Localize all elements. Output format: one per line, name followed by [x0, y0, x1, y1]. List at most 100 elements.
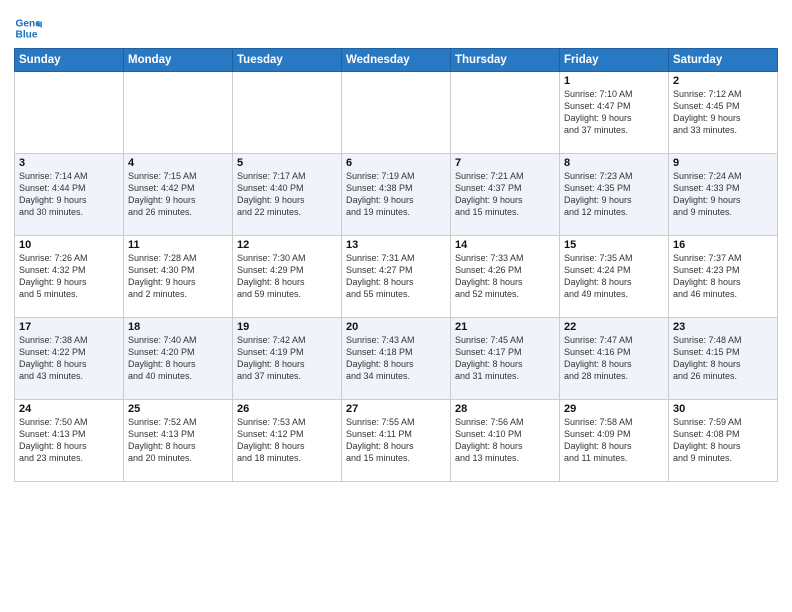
- day-info: Sunrise: 7:17 AM Sunset: 4:40 PM Dayligh…: [237, 170, 337, 219]
- calendar-cell: 21Sunrise: 7:45 AM Sunset: 4:17 PM Dayli…: [451, 318, 560, 400]
- day-info: Sunrise: 7:30 AM Sunset: 4:29 PM Dayligh…: [237, 252, 337, 301]
- day-number: 8: [564, 157, 664, 169]
- day-info: Sunrise: 7:31 AM Sunset: 4:27 PM Dayligh…: [346, 252, 446, 301]
- day-number: 20: [346, 321, 446, 333]
- day-number: 5: [237, 157, 337, 169]
- day-number: 26: [237, 403, 337, 415]
- day-number: 12: [237, 239, 337, 251]
- day-number: 13: [346, 239, 446, 251]
- col-header-sunday: Sunday: [15, 49, 124, 72]
- day-number: 25: [128, 403, 228, 415]
- calendar-cell: 26Sunrise: 7:53 AM Sunset: 4:12 PM Dayli…: [233, 400, 342, 482]
- calendar-week-row: 17Sunrise: 7:38 AM Sunset: 4:22 PM Dayli…: [15, 318, 778, 400]
- day-number: 6: [346, 157, 446, 169]
- calendar-cell: 5Sunrise: 7:17 AM Sunset: 4:40 PM Daylig…: [233, 154, 342, 236]
- day-number: 14: [455, 239, 555, 251]
- calendar-cell: 30Sunrise: 7:59 AM Sunset: 4:08 PM Dayli…: [669, 400, 778, 482]
- day-number: 29: [564, 403, 664, 415]
- day-info: Sunrise: 7:23 AM Sunset: 4:35 PM Dayligh…: [564, 170, 664, 219]
- calendar-cell: 2Sunrise: 7:12 AM Sunset: 4:45 PM Daylig…: [669, 72, 778, 154]
- calendar-cell: 25Sunrise: 7:52 AM Sunset: 4:13 PM Dayli…: [124, 400, 233, 482]
- calendar-cell: 29Sunrise: 7:58 AM Sunset: 4:09 PM Dayli…: [560, 400, 669, 482]
- calendar-week-row: 3Sunrise: 7:14 AM Sunset: 4:44 PM Daylig…: [15, 154, 778, 236]
- day-info: Sunrise: 7:26 AM Sunset: 4:32 PM Dayligh…: [19, 252, 119, 301]
- calendar-cell: [451, 72, 560, 154]
- day-info: Sunrise: 7:37 AM Sunset: 4:23 PM Dayligh…: [673, 252, 773, 301]
- calendar-cell: 11Sunrise: 7:28 AM Sunset: 4:30 PM Dayli…: [124, 236, 233, 318]
- col-header-wednesday: Wednesday: [342, 49, 451, 72]
- col-header-tuesday: Tuesday: [233, 49, 342, 72]
- calendar-cell: 9Sunrise: 7:24 AM Sunset: 4:33 PM Daylig…: [669, 154, 778, 236]
- day-number: 2: [673, 75, 773, 87]
- calendar-cell: 12Sunrise: 7:30 AM Sunset: 4:29 PM Dayli…: [233, 236, 342, 318]
- svg-text:Blue: Blue: [16, 29, 38, 40]
- col-header-monday: Monday: [124, 49, 233, 72]
- day-info: Sunrise: 7:43 AM Sunset: 4:18 PM Dayligh…: [346, 334, 446, 383]
- day-number: 1: [564, 75, 664, 87]
- day-number: 17: [19, 321, 119, 333]
- day-number: 27: [346, 403, 446, 415]
- calendar-cell: 24Sunrise: 7:50 AM Sunset: 4:13 PM Dayli…: [15, 400, 124, 482]
- calendar-cell: 10Sunrise: 7:26 AM Sunset: 4:32 PM Dayli…: [15, 236, 124, 318]
- day-number: 18: [128, 321, 228, 333]
- day-number: 28: [455, 403, 555, 415]
- day-info: Sunrise: 7:33 AM Sunset: 4:26 PM Dayligh…: [455, 252, 555, 301]
- day-info: Sunrise: 7:40 AM Sunset: 4:20 PM Dayligh…: [128, 334, 228, 383]
- calendar-cell: [233, 72, 342, 154]
- day-info: Sunrise: 7:21 AM Sunset: 4:37 PM Dayligh…: [455, 170, 555, 219]
- day-info: Sunrise: 7:42 AM Sunset: 4:19 PM Dayligh…: [237, 334, 337, 383]
- calendar-cell: 17Sunrise: 7:38 AM Sunset: 4:22 PM Dayli…: [15, 318, 124, 400]
- calendar-cell: [342, 72, 451, 154]
- calendar-cell: 1Sunrise: 7:10 AM Sunset: 4:47 PM Daylig…: [560, 72, 669, 154]
- col-header-friday: Friday: [560, 49, 669, 72]
- logo: General Blue: [14, 14, 46, 42]
- calendar-cell: [15, 72, 124, 154]
- calendar-cell: 4Sunrise: 7:15 AM Sunset: 4:42 PM Daylig…: [124, 154, 233, 236]
- day-info: Sunrise: 7:15 AM Sunset: 4:42 PM Dayligh…: [128, 170, 228, 219]
- calendar-cell: 23Sunrise: 7:48 AM Sunset: 4:15 PM Dayli…: [669, 318, 778, 400]
- page: General Blue SundayMondayTuesdayWednesda…: [0, 0, 792, 612]
- day-number: 7: [455, 157, 555, 169]
- calendar-week-row: 1Sunrise: 7:10 AM Sunset: 4:47 PM Daylig…: [15, 72, 778, 154]
- day-info: Sunrise: 7:55 AM Sunset: 4:11 PM Dayligh…: [346, 416, 446, 465]
- day-info: Sunrise: 7:56 AM Sunset: 4:10 PM Dayligh…: [455, 416, 555, 465]
- col-header-thursday: Thursday: [451, 49, 560, 72]
- header: General Blue: [14, 10, 778, 42]
- day-number: 23: [673, 321, 773, 333]
- calendar-cell: 16Sunrise: 7:37 AM Sunset: 4:23 PM Dayli…: [669, 236, 778, 318]
- day-number: 11: [128, 239, 228, 251]
- day-info: Sunrise: 7:47 AM Sunset: 4:16 PM Dayligh…: [564, 334, 664, 383]
- day-info: Sunrise: 7:45 AM Sunset: 4:17 PM Dayligh…: [455, 334, 555, 383]
- day-number: 19: [237, 321, 337, 333]
- day-info: Sunrise: 7:48 AM Sunset: 4:15 PM Dayligh…: [673, 334, 773, 383]
- calendar-cell: 20Sunrise: 7:43 AM Sunset: 4:18 PM Dayli…: [342, 318, 451, 400]
- day-info: Sunrise: 7:35 AM Sunset: 4:24 PM Dayligh…: [564, 252, 664, 301]
- calendar-cell: 19Sunrise: 7:42 AM Sunset: 4:19 PM Dayli…: [233, 318, 342, 400]
- calendar-header-row: SundayMondayTuesdayWednesdayThursdayFrid…: [15, 49, 778, 72]
- day-info: Sunrise: 7:38 AM Sunset: 4:22 PM Dayligh…: [19, 334, 119, 383]
- calendar-week-row: 10Sunrise: 7:26 AM Sunset: 4:32 PM Dayli…: [15, 236, 778, 318]
- day-number: 9: [673, 157, 773, 169]
- day-number: 24: [19, 403, 119, 415]
- day-info: Sunrise: 7:58 AM Sunset: 4:09 PM Dayligh…: [564, 416, 664, 465]
- calendar-cell: 13Sunrise: 7:31 AM Sunset: 4:27 PM Dayli…: [342, 236, 451, 318]
- day-info: Sunrise: 7:28 AM Sunset: 4:30 PM Dayligh…: [128, 252, 228, 301]
- day-info: Sunrise: 7:10 AM Sunset: 4:47 PM Dayligh…: [564, 88, 664, 137]
- calendar-cell: 7Sunrise: 7:21 AM Sunset: 4:37 PM Daylig…: [451, 154, 560, 236]
- calendar-cell: 28Sunrise: 7:56 AM Sunset: 4:10 PM Dayli…: [451, 400, 560, 482]
- day-info: Sunrise: 7:19 AM Sunset: 4:38 PM Dayligh…: [346, 170, 446, 219]
- calendar-cell: 14Sunrise: 7:33 AM Sunset: 4:26 PM Dayli…: [451, 236, 560, 318]
- day-number: 22: [564, 321, 664, 333]
- calendar-cell: 8Sunrise: 7:23 AM Sunset: 4:35 PM Daylig…: [560, 154, 669, 236]
- day-info: Sunrise: 7:52 AM Sunset: 4:13 PM Dayligh…: [128, 416, 228, 465]
- day-info: Sunrise: 7:24 AM Sunset: 4:33 PM Dayligh…: [673, 170, 773, 219]
- calendar-cell: [124, 72, 233, 154]
- col-header-saturday: Saturday: [669, 49, 778, 72]
- day-number: 21: [455, 321, 555, 333]
- day-info: Sunrise: 7:12 AM Sunset: 4:45 PM Dayligh…: [673, 88, 773, 137]
- calendar-cell: 15Sunrise: 7:35 AM Sunset: 4:24 PM Dayli…: [560, 236, 669, 318]
- calendar-cell: 18Sunrise: 7:40 AM Sunset: 4:20 PM Dayli…: [124, 318, 233, 400]
- calendar-week-row: 24Sunrise: 7:50 AM Sunset: 4:13 PM Dayli…: [15, 400, 778, 482]
- day-number: 30: [673, 403, 773, 415]
- calendar-cell: 22Sunrise: 7:47 AM Sunset: 4:16 PM Dayli…: [560, 318, 669, 400]
